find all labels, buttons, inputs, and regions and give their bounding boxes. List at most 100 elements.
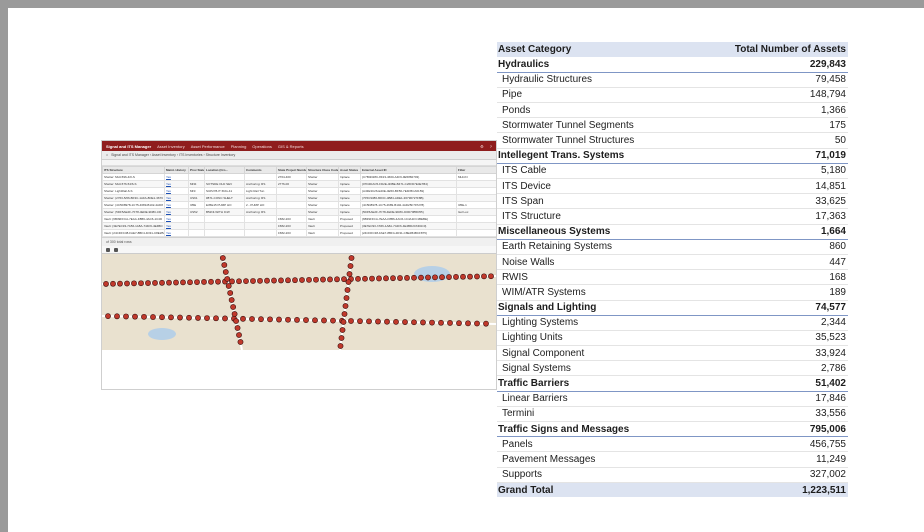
grid-column-header[interactable]: Filter xyxy=(456,166,496,174)
map-marker[interactable] xyxy=(168,314,174,321)
map-marker[interactable] xyxy=(439,274,445,281)
map-marker[interactable] xyxy=(250,278,256,284)
map-marker[interactable] xyxy=(355,275,361,282)
map-marker[interactable] xyxy=(362,275,368,282)
menu-gis-reports[interactable]: GIS & Reports xyxy=(278,144,304,149)
grid-row[interactable]: Shelter: MHI-576-54/6-S Yes MNIt SOTSDE OLD… xyxy=(102,180,496,188)
map-marker[interactable] xyxy=(303,317,309,323)
map-marker[interactable] xyxy=(180,279,186,286)
map-marker[interactable] xyxy=(237,339,244,345)
grid-column-header[interactable]: Prov State xyxy=(188,166,205,174)
map-view[interactable] xyxy=(102,254,496,350)
map-marker[interactable] xyxy=(425,274,431,281)
map-marker[interactable] xyxy=(105,313,111,320)
map-marker[interactable] xyxy=(432,274,438,281)
map-marker[interactable] xyxy=(292,277,298,284)
map-marker[interactable] xyxy=(159,314,165,321)
map-marker[interactable] xyxy=(456,320,462,327)
map-marker[interactable] xyxy=(447,320,453,326)
map-marker[interactable] xyxy=(224,276,231,282)
map-marker[interactable] xyxy=(228,297,235,303)
map-marker[interactable] xyxy=(348,255,355,261)
map-marker[interactable] xyxy=(138,280,144,287)
map-marker[interactable] xyxy=(208,278,214,285)
menu-asset-performance[interactable]: Asset Performance xyxy=(191,144,225,149)
map-marker[interactable] xyxy=(411,319,417,326)
map-marker[interactable] xyxy=(222,269,229,275)
map-marker[interactable] xyxy=(420,319,426,326)
map-marker[interactable] xyxy=(474,320,480,327)
breadcrumb-text[interactable]: Signal and ITS Manager › Asset Inventory… xyxy=(111,153,235,157)
map-marker[interactable] xyxy=(341,311,348,317)
map-marker[interactable] xyxy=(132,313,138,320)
map-marker[interactable] xyxy=(357,318,363,325)
map-marker[interactable] xyxy=(347,263,354,269)
map-marker[interactable] xyxy=(334,276,340,283)
grid-row[interactable]: Shelter: LightRail-6-S Yes MNI SUP278-IT 6N… xyxy=(102,187,496,195)
map-marker[interactable] xyxy=(342,303,349,309)
map-marker[interactable] xyxy=(411,274,417,281)
map-marker[interactable] xyxy=(299,277,305,283)
map-marker[interactable] xyxy=(219,255,226,261)
map-marker[interactable] xyxy=(258,316,264,323)
map-marker[interactable] xyxy=(404,274,410,281)
map-marker[interactable] xyxy=(481,273,487,280)
map-marker[interactable] xyxy=(243,278,249,285)
map-marker[interactable] xyxy=(483,320,489,327)
grid-cell[interactable]: Yes xyxy=(164,173,189,181)
map-marker[interactable] xyxy=(173,279,179,286)
app-brand[interactable]: Signal and ITS Manager xyxy=(106,144,151,149)
print-icon[interactable] xyxy=(114,247,118,252)
grid-column-header[interactable]: Maint. History xyxy=(164,166,189,174)
map-marker[interactable] xyxy=(438,319,444,326)
map-marker[interactable] xyxy=(343,295,350,301)
map-marker[interactable] xyxy=(375,318,381,325)
map-marker[interactable] xyxy=(194,279,200,285)
map-marker[interactable] xyxy=(201,279,207,285)
map-marker[interactable] xyxy=(366,318,372,325)
map-marker[interactable] xyxy=(204,315,210,321)
map-marker[interactable] xyxy=(213,315,219,322)
map-marker[interactable] xyxy=(145,280,151,286)
grid-cell[interactable]: Yes xyxy=(164,180,189,188)
map-marker[interactable] xyxy=(231,311,238,317)
map-marker[interactable] xyxy=(418,274,424,281)
map-marker[interactable] xyxy=(446,274,452,280)
grid-cell[interactable]: Yes xyxy=(164,194,189,202)
map-marker[interactable] xyxy=(103,281,109,287)
menu-asset-inventory[interactable]: Asset Inventory xyxy=(157,144,185,149)
grid-column-header[interactable]: Structure Class Code xyxy=(306,166,339,174)
map-marker[interactable] xyxy=(330,317,336,324)
map-marker[interactable] xyxy=(221,262,228,268)
map-marker[interactable] xyxy=(321,317,327,324)
map-marker[interactable] xyxy=(344,287,351,293)
map-marker[interactable] xyxy=(249,316,255,322)
grid-row[interactable]: Vault: {3E7EC93-7A56-1A8A-744F6-4E4BD Yes… xyxy=(102,222,496,230)
map-marker[interactable] xyxy=(276,316,282,323)
map-marker[interactable] xyxy=(306,276,312,283)
map-marker[interactable] xyxy=(453,274,459,280)
map-marker[interactable] xyxy=(294,317,300,323)
map-marker[interactable] xyxy=(222,315,228,322)
map-marker[interactable] xyxy=(166,279,172,286)
map-marker[interactable] xyxy=(397,275,403,281)
map-marker[interactable] xyxy=(229,278,235,285)
map-marker[interactable] xyxy=(429,319,435,326)
map-marker[interactable] xyxy=(460,273,466,280)
map-marker[interactable] xyxy=(141,313,147,320)
map-marker[interactable] xyxy=(340,319,347,325)
map-marker[interactable] xyxy=(271,277,277,284)
map-marker[interactable] xyxy=(345,279,352,285)
map-marker[interactable] xyxy=(264,277,270,284)
map-marker[interactable] xyxy=(465,320,471,327)
map-marker[interactable] xyxy=(467,273,473,280)
map-marker[interactable] xyxy=(233,318,239,324)
grid-column-header[interactable]: External Asset ID xyxy=(360,166,457,174)
map-marker[interactable] xyxy=(123,313,129,320)
map-marker[interactable] xyxy=(285,277,291,284)
grid-row[interactable]: Shelter: (2763-5/06-BF3C-1AFA-8DE1-3676 Y… xyxy=(102,194,496,202)
grid-column-header[interactable]: Comments xyxy=(244,166,277,174)
map-marker[interactable] xyxy=(339,327,346,333)
map-marker[interactable] xyxy=(114,313,120,320)
map-marker[interactable] xyxy=(225,283,232,289)
